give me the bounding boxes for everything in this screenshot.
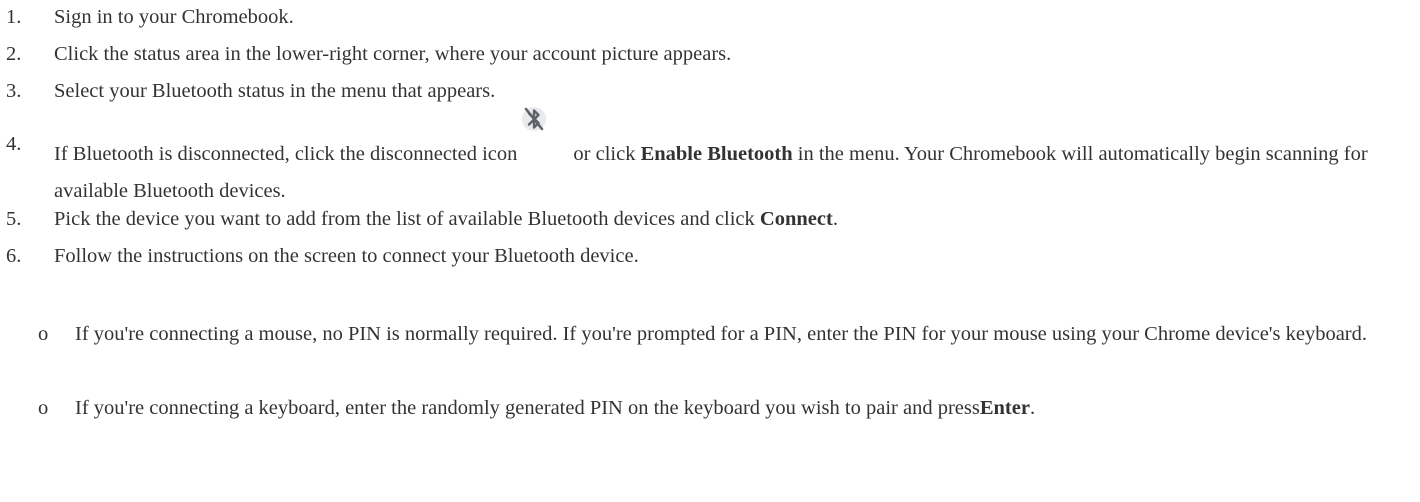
substep-text: If you're connecting a mouse, no PIN is … xyxy=(75,323,1368,345)
step-text: Pick the device you want to add from the… xyxy=(54,208,838,230)
step-number: 2. xyxy=(6,43,22,65)
step-3: 3. Select your Bluetooth status in the m… xyxy=(0,73,1410,110)
step-number: 1. xyxy=(6,6,22,28)
substep-bullet: o xyxy=(38,397,49,419)
bold-term: Enter xyxy=(979,397,1030,419)
bluetooth-disabled-icon xyxy=(521,107,547,166)
substep-mouse: o If you're connecting a mouse, no PIN i… xyxy=(0,316,1410,353)
step-text: Select your Bluetooth status in the menu… xyxy=(54,80,496,102)
step-2: 2. Click the status area in the lower-ri… xyxy=(0,36,1410,73)
step-4: 4. If Bluetooth is disconnected, click t… xyxy=(0,107,1410,210)
step-number: 4. xyxy=(6,133,22,155)
step-1: 1. Sign in to your Chromebook. xyxy=(0,0,1410,36)
step-number: 6. xyxy=(6,245,22,267)
step-text: If Bluetooth is disconnected, click the … xyxy=(54,107,1410,210)
step-text: Follow the instructions on the screen to… xyxy=(54,245,639,267)
step-5: 5. Pick the device you want to add from … xyxy=(0,201,1410,238)
step-text: Click the status area in the lower-right… xyxy=(54,43,732,65)
substep-bullet: o xyxy=(38,323,49,345)
step-number: 3. xyxy=(6,80,22,102)
step-number: 5. xyxy=(6,208,22,230)
bold-term: Connect xyxy=(759,208,833,230)
step-6: 6. Follow the instructions on the screen… xyxy=(0,238,1410,275)
substep-keyboard: o If you're connecting a keyboard, enter… xyxy=(0,390,1410,427)
step-text: Sign in to your Chromebook. xyxy=(54,6,294,28)
substep-text: If you're connecting a keyboard, enter t… xyxy=(75,397,1036,419)
bold-term: Enable Bluetooth xyxy=(640,143,793,165)
